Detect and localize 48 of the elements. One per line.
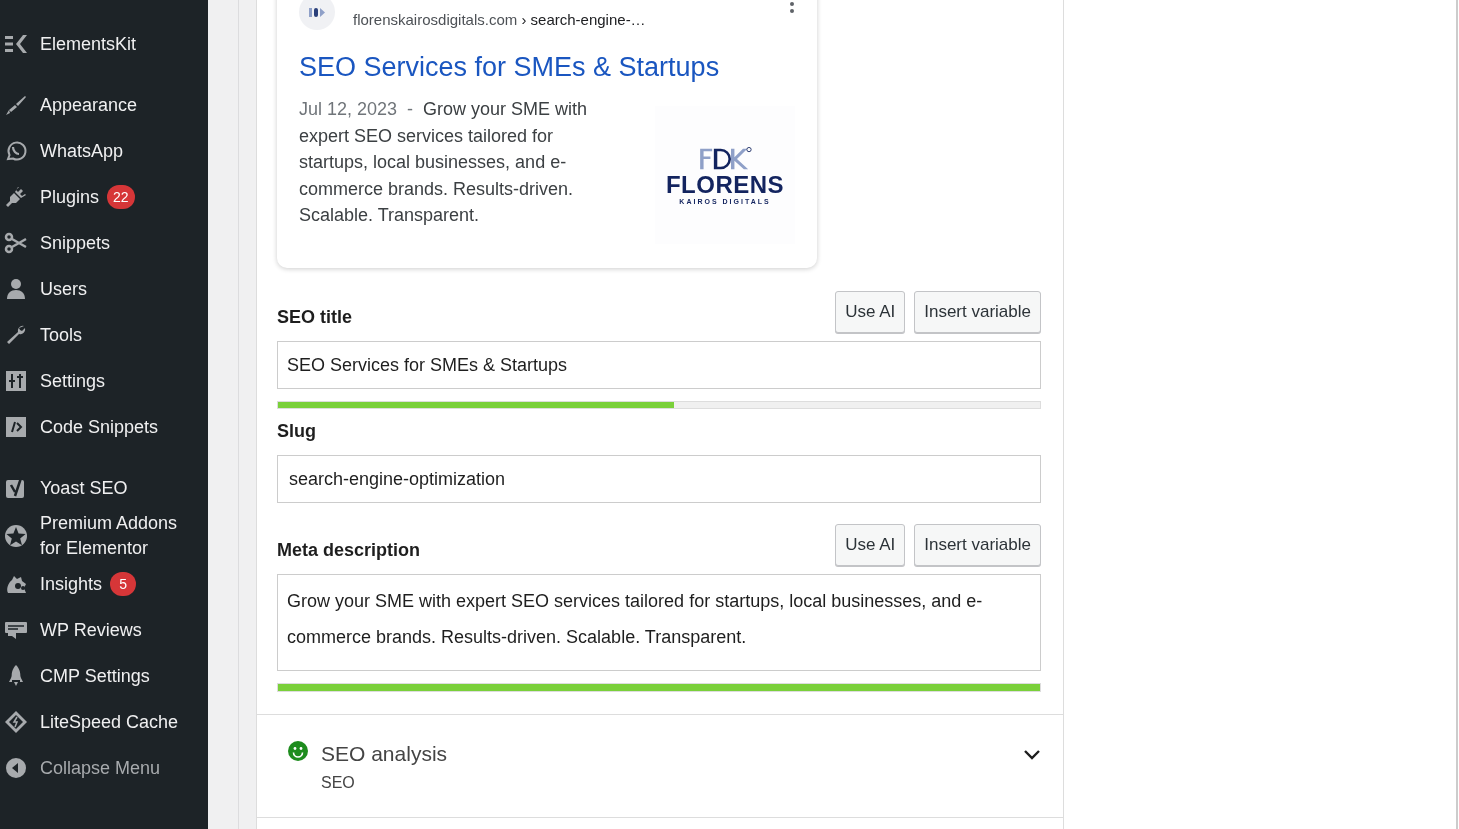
menu-item[interactable]: Settings [40,368,106,394]
text-field[interactable]: SEO Services for SMEs & Startups [277,341,1041,389]
menu-item[interactable]: Plugins [40,184,100,210]
star-icon [4,524,28,548]
collapse-icon [4,756,28,780]
field-label: Slug [277,420,316,443]
chevron-icon[interactable] [1023,749,1041,761]
sliders-icon [4,369,28,393]
toolbar-button[interactable]: Insert variable [914,291,1041,333]
chat-bubble-icon [4,139,28,163]
toolbar-button[interactable]: Use AI [835,524,906,566]
section-title[interactable]: SEO analysis [321,739,448,769]
favicon-icon [299,0,335,30]
text-field[interactable]: search-engine-optimization [277,455,1041,503]
result-description: Jul 12, 2023 - Grow your SME with expert SEO services tailored for startups, local businesses, and e-commerce brands. Results-driven. Scalable. Transparent. [299,98,589,227]
result-title-link[interactable]: SEO Services for SMEs & Startups [299,50,795,84]
toolbar-button[interactable]: Insert variable [914,524,1041,566]
text-area[interactable]: Grow your SME with expert SEO services tailored for startups, local businesses, and e-commerce brands. Results-driven. Scalable. Transparent. [277,574,1041,671]
menu-item[interactable]: WhatsApp [40,138,124,164]
menu-item[interactable]: Appearance [40,92,138,118]
paintbrush-icon [4,93,28,117]
more-options-icon[interactable] [789,0,795,14]
menu-item[interactable]: Users [40,276,87,302]
user-icon [4,277,28,301]
menu-item[interactable]: LiteSpeed Cache [40,709,179,735]
collapse-menu-link[interactable]: Collapse Menu [40,755,161,781]
menu-item[interactable]: Code Snippets [40,414,159,440]
section-subtitle: SEO [321,773,356,793]
menu-item[interactable]: WP Reviews [40,617,142,643]
menu-item[interactable]: Snippets [40,230,111,256]
count-badge: 5 [110,572,137,596]
menu-item[interactable]: Premium Addons for Elementor [40,511,190,561]
toolbar-button[interactable]: Use AI [835,291,906,333]
diamond-icon [4,710,28,734]
menu-item[interactable]: Yoast SEO [40,475,128,501]
field-label: Meta description [277,539,421,562]
code-icon [4,415,28,439]
menu-item[interactable]: ElementsKit [40,31,137,57]
count-badge: 22 [107,185,135,209]
scissors-icon [4,231,28,255]
menu-item[interactable]: CMP Settings [40,663,150,689]
menu-item[interactable]: Tools [40,322,83,348]
menu-item[interactable]: Insights [40,571,103,597]
smiley-icon [288,741,308,761]
ek-icon [4,32,28,56]
field-label: SEO title [277,306,352,329]
breadcrumb-url: florenskairosdigitals.com › search-engine-… [353,10,647,30]
plug-icon [4,185,28,209]
